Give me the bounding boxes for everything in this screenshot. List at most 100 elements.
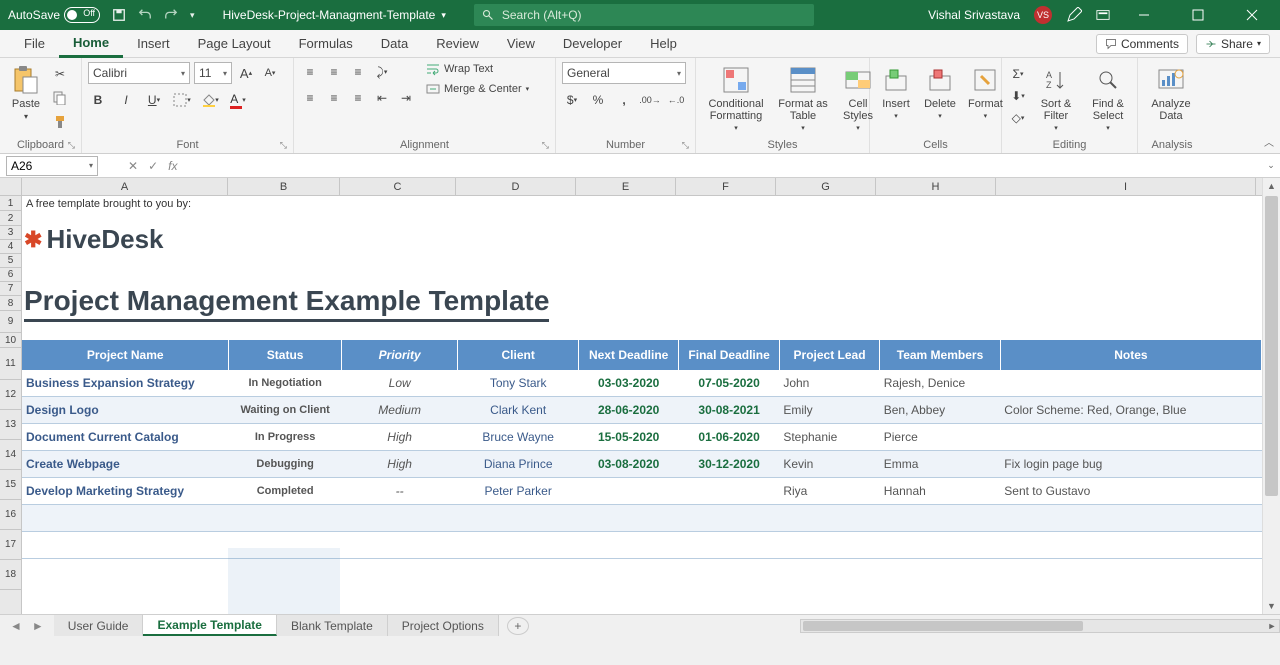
conditional-formatting-button[interactable]: Conditional Formatting▾ bbox=[702, 62, 770, 134]
formula-input[interactable] bbox=[185, 156, 1262, 176]
table-cell[interactable]: John bbox=[779, 370, 879, 397]
table-cell[interactable]: Color Scheme: Red, Orange, Blue bbox=[1000, 397, 1261, 424]
table-cell[interactable]: Rajesh, Denice bbox=[880, 370, 1001, 397]
currency-button[interactable]: $▾ bbox=[562, 90, 582, 110]
font-color-button[interactable]: A▾ bbox=[228, 90, 248, 110]
cells-area[interactable]: A free template brought to you by: ✱ Hiv… bbox=[22, 196, 1262, 614]
table-cell[interactable]: Business Expansion Strategy bbox=[22, 370, 229, 397]
bold-button[interactable]: B bbox=[88, 90, 108, 110]
pen-icon[interactable] bbox=[1066, 7, 1082, 23]
format-painter-button[interactable] bbox=[50, 112, 70, 132]
add-sheet-button[interactable]: + bbox=[507, 617, 529, 635]
row-header-18[interactable]: 18 bbox=[0, 560, 21, 590]
table-row[interactable]: Document Current CatalogIn ProgressHighB… bbox=[22, 424, 1262, 451]
table-cell[interactable] bbox=[341, 505, 458, 532]
wrap-text-button[interactable]: Wrap Text bbox=[426, 62, 529, 76]
tab-review[interactable]: Review bbox=[422, 30, 493, 58]
table-cell[interactable]: 03-08-2020 bbox=[578, 451, 678, 478]
expand-formula-bar-button[interactable]: ⌄ bbox=[1262, 160, 1280, 171]
table-cell[interactable]: Riya bbox=[779, 478, 879, 505]
row-header-2[interactable]: 2 bbox=[0, 211, 21, 226]
format-as-table-button[interactable]: Format as Table▾ bbox=[774, 62, 832, 134]
undo-icon[interactable] bbox=[138, 8, 152, 22]
collapse-ribbon-button[interactable]: ︿ bbox=[1264, 134, 1274, 149]
decrease-decimal-button[interactable]: ←.0 bbox=[666, 90, 686, 110]
table-cell[interactable]: Develop Marketing Strategy bbox=[22, 478, 229, 505]
maximize-button[interactable] bbox=[1178, 0, 1218, 30]
insert-function-button[interactable]: fx bbox=[168, 159, 177, 173]
table-cell[interactable]: 28-06-2020 bbox=[578, 397, 678, 424]
table-cell[interactable] bbox=[880, 532, 1001, 559]
table-cell[interactable]: Waiting on Client bbox=[229, 397, 341, 424]
table-header[interactable]: Team Members bbox=[880, 340, 1001, 370]
table-cell[interactable]: Completed bbox=[229, 478, 341, 505]
search-box[interactable]: Search (Alt+Q) bbox=[474, 4, 814, 26]
name-box[interactable]: A26 ▾ bbox=[6, 156, 98, 176]
delete-cells-button[interactable]: Delete▾ bbox=[920, 62, 960, 122]
dialog-launcher-icon[interactable]: ⤡ bbox=[68, 140, 75, 151]
table-cell[interactable] bbox=[679, 478, 779, 505]
sort-filter-button[interactable]: AZ Sort & Filter▾ bbox=[1032, 62, 1080, 134]
table-cell[interactable]: 30-08-2021 bbox=[679, 397, 779, 424]
table-cell[interactable]: 07-05-2020 bbox=[679, 370, 779, 397]
table-cell[interactable] bbox=[1000, 424, 1261, 451]
align-middle-button[interactable]: ≡ bbox=[324, 62, 344, 82]
table-header[interactable]: Next Deadline bbox=[578, 340, 678, 370]
share-button[interactable]: Share ▾ bbox=[1196, 34, 1270, 54]
table-cell[interactable]: Stephanie bbox=[779, 424, 879, 451]
table-header[interactable]: Project Name bbox=[22, 340, 229, 370]
format-cells-button[interactable]: Format▾ bbox=[964, 62, 1007, 122]
col-header-B[interactable]: B bbox=[228, 178, 340, 195]
analyze-data-button[interactable]: Analyze Data bbox=[1144, 62, 1198, 124]
row-header-7[interactable]: 7 bbox=[0, 282, 21, 296]
table-cell[interactable]: Emma bbox=[880, 451, 1001, 478]
dialog-launcher-icon[interactable]: ⤡ bbox=[542, 140, 549, 151]
cancel-formula-button[interactable]: ✕ bbox=[128, 159, 138, 173]
fill-button[interactable]: ⬇▾ bbox=[1008, 86, 1028, 106]
table-cell[interactable] bbox=[779, 505, 879, 532]
align-right-button[interactable]: ≡ bbox=[348, 88, 368, 108]
row-header-11[interactable]: 11 bbox=[0, 348, 21, 380]
align-top-button[interactable]: ≡ bbox=[300, 62, 320, 82]
font-size-combo[interactable]: 11▾ bbox=[194, 62, 232, 84]
comma-button[interactable]: , bbox=[614, 90, 634, 110]
scroll-right-button[interactable]: ► bbox=[1265, 620, 1279, 632]
select-all-corner[interactable] bbox=[0, 178, 22, 196]
table-cell[interactable] bbox=[458, 532, 579, 559]
table-cell[interactable] bbox=[229, 505, 341, 532]
redo-icon[interactable] bbox=[164, 8, 178, 22]
font-name-combo[interactable]: Calibri▾ bbox=[88, 62, 190, 84]
ribbon-display-icon[interactable] bbox=[1096, 8, 1110, 22]
table-header[interactable]: Client bbox=[458, 340, 579, 370]
tab-file[interactable]: File bbox=[10, 30, 59, 58]
col-header-A[interactable]: A bbox=[22, 178, 228, 195]
col-header-C[interactable]: C bbox=[340, 178, 456, 195]
table-cell[interactable]: Kevin bbox=[779, 451, 879, 478]
row-header-3[interactable]: 3 bbox=[0, 226, 21, 240]
row-header-6[interactable]: 6 bbox=[0, 268, 21, 282]
table-cell[interactable] bbox=[1000, 370, 1261, 397]
tab-developer[interactable]: Developer bbox=[549, 30, 636, 58]
tab-help[interactable]: Help bbox=[636, 30, 691, 58]
table-cell[interactable]: Bruce Wayne bbox=[458, 424, 579, 451]
sheet-tab-project-options[interactable]: Project Options bbox=[388, 615, 499, 636]
italic-button[interactable]: I bbox=[116, 90, 136, 110]
scrollbar-thumb[interactable] bbox=[1265, 196, 1278, 496]
decrease-indent-button[interactable]: ⇤ bbox=[372, 88, 392, 108]
table-cell[interactable]: Document Current Catalog bbox=[22, 424, 229, 451]
clear-button[interactable]: ◇▾ bbox=[1008, 108, 1028, 128]
table-cell[interactable]: Clark Kent bbox=[458, 397, 579, 424]
percent-button[interactable]: % bbox=[588, 90, 608, 110]
table-cell[interactable] bbox=[22, 532, 229, 559]
table-header[interactable]: Notes bbox=[1000, 340, 1261, 370]
find-select-button[interactable]: Find & Select▾ bbox=[1084, 62, 1132, 134]
table-cell[interactable] bbox=[1000, 532, 1261, 559]
user-name[interactable]: Vishal Srivastava bbox=[928, 8, 1020, 22]
align-left-button[interactable]: ≡ bbox=[300, 88, 320, 108]
table-cell[interactable]: High bbox=[341, 424, 458, 451]
table-cell[interactable]: Tony Stark bbox=[458, 370, 579, 397]
table-cell[interactable] bbox=[880, 505, 1001, 532]
table-cell[interactable]: 01-06-2020 bbox=[679, 424, 779, 451]
table-cell[interactable]: Hannah bbox=[880, 478, 1001, 505]
table-cell[interactable]: -- bbox=[341, 478, 458, 505]
